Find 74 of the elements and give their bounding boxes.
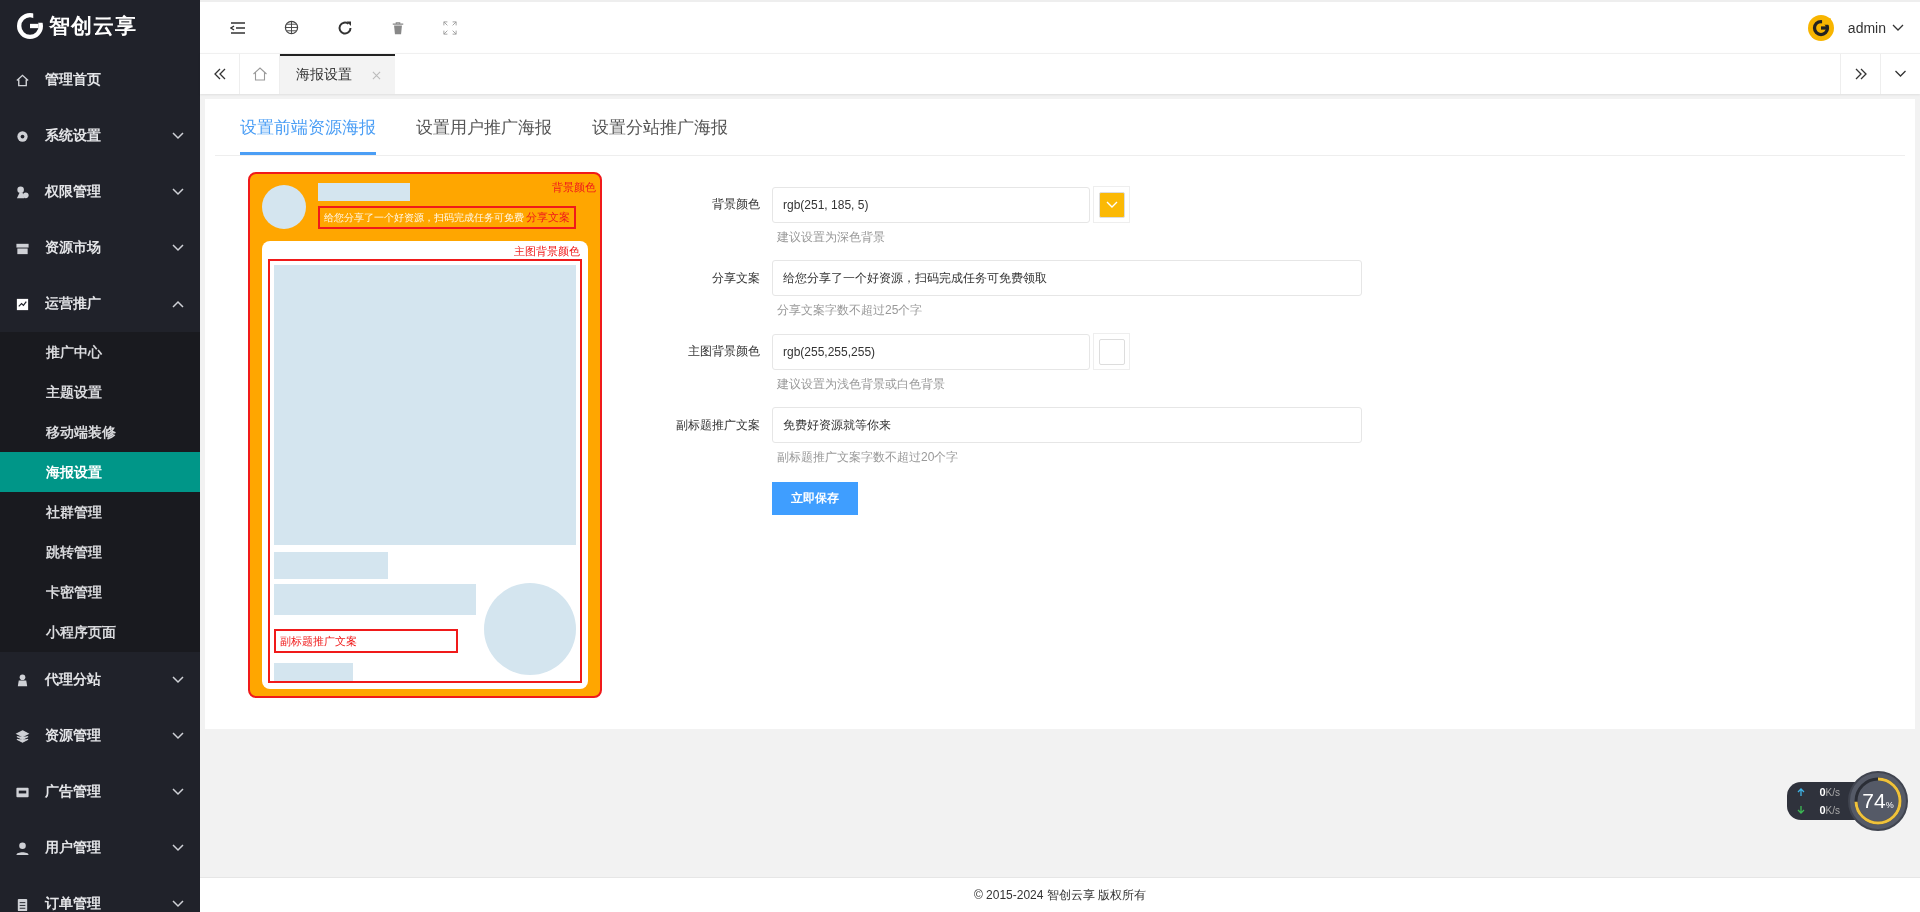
download-icon bbox=[1797, 806, 1806, 814]
avatar-placeholder bbox=[262, 185, 306, 229]
percent-unit: % bbox=[1885, 800, 1894, 810]
input-field[interactable]: 给您分享了一个好资源，扫码完成任务可免费领取 bbox=[772, 260, 1362, 296]
submenu-item[interactable]: 跳转管理 bbox=[0, 532, 200, 572]
field-hint: 建议设置为浅色背景或白色背景 bbox=[776, 376, 946, 393]
input-field[interactable]: 免费好资源就等你来 bbox=[772, 407, 1362, 443]
chevron-icon bbox=[1894, 70, 1907, 78]
download-rate: 0 bbox=[1819, 804, 1826, 816]
annotation-label: 主图背景颜色 bbox=[514, 244, 580, 259]
menu-icon[interactable] bbox=[230, 19, 246, 36]
logo-icon bbox=[17, 13, 43, 39]
annotation-label: 背景颜色 bbox=[552, 180, 596, 195]
submenu-item[interactable]: 推广中心 bbox=[0, 332, 200, 372]
refresh-icon[interactable] bbox=[337, 19, 353, 36]
double-chevron-right-icon bbox=[1853, 68, 1868, 80]
layers-icon bbox=[15, 728, 30, 744]
chart-icon bbox=[15, 296, 30, 312]
gear-icon bbox=[15, 128, 30, 144]
submenu-item[interactable]: 主题设置 bbox=[0, 372, 200, 412]
share-text: 给您分享了一个好资源，扫码完成任务可免费 bbox=[324, 210, 524, 225]
submenu-item[interactable]: 海报设置 bbox=[0, 452, 200, 492]
field-label: 背景颜色 bbox=[711, 196, 760, 213]
close-icon[interactable] bbox=[372, 70, 381, 80]
submenu-item[interactable]: 卡密管理 bbox=[0, 572, 200, 612]
content-tab[interactable]: 设置用户推广海报 bbox=[416, 99, 552, 155]
annotation-label: 分享文案 bbox=[526, 210, 570, 225]
submenu-item[interactable]: 移动端装修 bbox=[0, 412, 200, 452]
rate-unit: K/s bbox=[1825, 804, 1840, 816]
usage-percent: 74 bbox=[1862, 789, 1886, 813]
color-picker[interactable] bbox=[1093, 186, 1130, 223]
brand-name: 智创云享 bbox=[49, 13, 137, 39]
menu-item[interactable]: 系统设置 bbox=[0, 108, 200, 164]
page-tab[interactable]: 海报设置 bbox=[280, 54, 395, 94]
upload-rate: 0 bbox=[1819, 786, 1826, 798]
field-label: 主图背景颜色 bbox=[687, 343, 760, 360]
globe-icon[interactable] bbox=[284, 20, 299, 35]
content-tab[interactable]: 设置分站推广海报 bbox=[592, 99, 728, 155]
field-hint: 分享文案字数不超过25个字 bbox=[776, 302, 924, 319]
menu-item[interactable]: 代理分站 bbox=[0, 652, 200, 708]
menu-item[interactable]: 管理首页 bbox=[0, 52, 200, 108]
chevron-icon bbox=[1892, 23, 1904, 32]
copyright-text: © 2015-2024 智创云享 版权所有 bbox=[973, 886, 1147, 904]
home-icon bbox=[15, 72, 30, 88]
scroll-left-button[interactable] bbox=[200, 54, 240, 94]
field-label: 副标题推广文案 bbox=[675, 417, 760, 434]
upload-icon bbox=[1797, 788, 1806, 796]
fullscreen-icon[interactable] bbox=[443, 20, 457, 35]
trash-icon[interactable] bbox=[391, 20, 405, 35]
submenu-item[interactable]: 社群管理 bbox=[0, 492, 200, 532]
caret-icon bbox=[1105, 200, 1118, 209]
menu-item[interactable]: 广告管理 bbox=[0, 764, 200, 820]
input-field[interactable]: rgb(255,255,255) bbox=[772, 333, 1090, 370]
user-icon bbox=[15, 840, 30, 856]
rate-unit: K/s bbox=[1825, 786, 1840, 798]
double-chevron-left-icon bbox=[212, 68, 227, 80]
menu-item[interactable]: 权限管理 bbox=[0, 164, 200, 220]
field-label: 分享文案 bbox=[711, 270, 760, 287]
annotation-label: 副标题推广文案 bbox=[280, 633, 357, 649]
field-hint: 建议设置为深色背景 bbox=[776, 229, 886, 246]
menu-item[interactable]: 订单管理 bbox=[0, 876, 200, 912]
avatar-icon bbox=[1807, 14, 1834, 41]
menu-item[interactable]: 资源管理 bbox=[0, 708, 200, 764]
menu-item[interactable]: 用户管理 bbox=[0, 820, 200, 876]
submenu-item[interactable]: 小程序页面 bbox=[0, 612, 200, 652]
menu-item[interactable]: 资源市场 bbox=[0, 220, 200, 276]
input-field[interactable]: rgb(251, 185, 5) bbox=[772, 186, 1090, 223]
field-hint: 副标题推广文案字数不超过20个字 bbox=[776, 449, 960, 466]
home-icon bbox=[251, 66, 268, 82]
menu-item[interactable]: 运营推广 bbox=[0, 276, 200, 332]
home-tab[interactable] bbox=[240, 54, 280, 94]
user-menu[interactable]: admin bbox=[1807, 14, 1904, 41]
scroll-right-button[interactable] bbox=[1840, 54, 1880, 94]
color-picker[interactable] bbox=[1093, 333, 1130, 370]
